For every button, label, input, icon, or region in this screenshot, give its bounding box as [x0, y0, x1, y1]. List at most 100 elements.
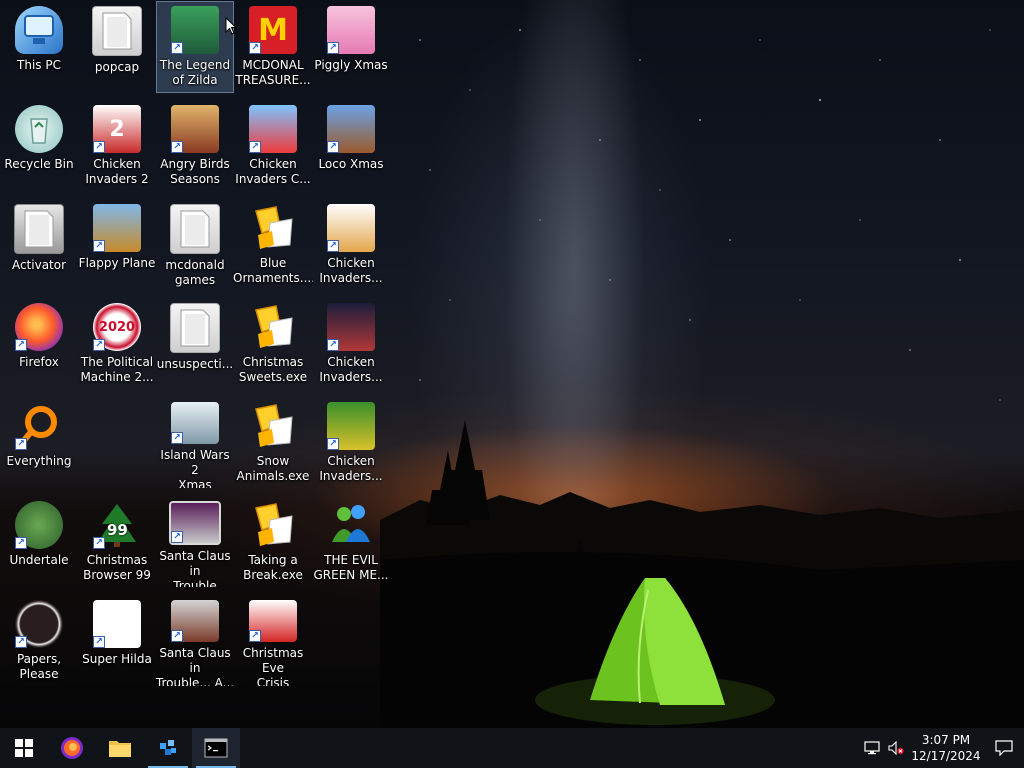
desktop-icon-chicken-invaders-c[interactable]: ↗ Chicken Invaders C... [235, 101, 311, 191]
icon-glyph: 2020 [98, 319, 136, 335]
magnifier-search-icon: ↗ [15, 402, 63, 450]
desktop-icon-label: Recycle Bin [4, 157, 74, 171]
desktop-icon-label: Piggly Xmas [314, 58, 388, 72]
desktop-icon-island-wars-2[interactable]: ↗ Island Wars 2 Xmas [157, 398, 233, 488]
desktop-icon-label: Super Hilda [82, 652, 152, 666]
desktop-icon-this-pc[interactable]: This PC [1, 2, 77, 92]
desktop-icon-recycle-bin[interactable]: Recycle Bin [1, 101, 77, 191]
desktop-icon-label: Christmas Sweets.exe [238, 355, 308, 384]
desktop-icon-mcdonald-games[interactable]: mcdonald games [157, 200, 233, 290]
desktop-icon-label: Santa Claus in Trouble... A... [155, 646, 235, 686]
desktop-icon-the-evil-green-me[interactable]: THE EVIL GREEN ME... [313, 497, 389, 587]
desktop-icon-label: mcdonald games [165, 258, 225, 287]
teddy-bear-icon: ↗ [327, 105, 375, 153]
folder-icon [109, 741, 131, 757]
desktop-icon-label: Blue Ornaments.... [233, 256, 313, 285]
desktop-icon-label: Santa Claus in Trouble [159, 549, 231, 587]
shortcut-arrow-icon: ↗ [171, 531, 183, 544]
taskbar-blue-app-button[interactable] [144, 728, 192, 768]
shortcut-arrow-icon: ↗ [93, 537, 105, 549]
desktop-icon-blue-ornaments[interactable]: Blue Ornaments.... [233, 200, 313, 290]
desktop-icon-political-machine[interactable]: 2020 ↗ The Political Machine 2... [79, 299, 155, 389]
desktop-icon-legend-of-zilda[interactable]: ↗ The Legend of Zilda [156, 1, 234, 93]
desktop-icon-label: Chicken Invaders C... [235, 157, 311, 186]
taskbar-clock[interactable]: 3:07 PM 12/17/2024 [908, 728, 984, 768]
desktop-icon-undertale[interactable]: ↗ Undertale [1, 497, 77, 587]
papers-please-icon: ↗ [15, 600, 63, 648]
windows-logo-icon [15, 739, 33, 757]
desktop-icon-label: Activator [11, 258, 67, 272]
executable-icon [249, 402, 297, 450]
desktop-icon-activator[interactable]: Activator [1, 200, 77, 290]
desktop-icon-santa-claus-in-trouble[interactable]: ↗ Santa Claus in Trouble [157, 497, 233, 587]
desktop-icon-super-hilda[interactable]: ↗ Super Hilda [79, 596, 155, 686]
shortcut-arrow-icon: ↗ [93, 636, 105, 648]
network-tray-button[interactable] [860, 728, 884, 768]
desktop-icon-label: unsuspecti... [156, 357, 234, 371]
desktop-icon-chicken-invaders-2[interactable]: 2 ↗ Chicken Invaders 2 [79, 101, 155, 191]
folder-icon [170, 303, 220, 353]
desktop-icon-christmas-sweets[interactable]: Christmas Sweets.exe [235, 299, 311, 389]
desktop-icon-taking-a-break[interactable]: Taking a Break.exe [235, 497, 311, 587]
desktop-icon-chicken-invaders-4[interactable]: ↗ Chicken Invaders... [313, 299, 389, 389]
desktop-icon-label: Firefox [19, 355, 59, 369]
clock-date: 12/17/2024 [911, 749, 981, 763]
desktop-icon-label: Christmas Eve Crisis [242, 646, 304, 686]
folder-icon [14, 204, 64, 254]
desktop-icon-label: Everything [6, 454, 72, 468]
network-icon [864, 741, 880, 755]
start-button[interactable] [0, 728, 48, 768]
action-center-button[interactable] [984, 728, 1024, 768]
desktop-icon-label: Loco Xmas [318, 157, 384, 171]
desktop-icon-angry-birds-seasons[interactable]: ↗ Angry Birds Seasons [157, 101, 233, 191]
shortcut-arrow-icon: ↗ [93, 339, 105, 351]
chicken-invaders-icon: ↗ [327, 303, 375, 351]
command-prompt-icon [204, 738, 228, 758]
desktop-icon-chicken-invaders-5[interactable]: ↗ Chicken Invaders... [313, 398, 389, 488]
desktop-icon-papers-please[interactable]: ↗ Papers, Please [1, 596, 77, 686]
desktop-icon-christmas-browser-99[interactable]: 99 ↗ Christmas Browser 99 [79, 497, 155, 587]
desktop-icon-label: The Legend of Zilda [159, 58, 231, 87]
mouse-cursor-icon [225, 17, 237, 35]
taskbar-firefox-button[interactable] [48, 728, 96, 768]
taskbar: 3:07 PM 12/17/2024 [0, 728, 1024, 768]
blue-app-icon [160, 740, 176, 755]
desktop-icon-popcap[interactable]: popcap [79, 2, 155, 92]
mcdonalds-icon: M ↗ [249, 6, 297, 54]
volume-tray-button[interactable] [884, 728, 908, 768]
desktop-icon-loco-xmas[interactable]: ↗ Loco Xmas [313, 101, 389, 191]
notification-icon [995, 740, 1013, 756]
taskbar-file-explorer-button[interactable] [96, 728, 144, 768]
desktop[interactable]: This PC popcap ↗ The Legend of Zilda M ↗ MCDON… [0, 0, 1024, 728]
island-game-icon: ↗ [171, 402, 219, 445]
desktop-icon-santa-claus-in-trouble-a[interactable]: ↗ Santa Claus in Trouble... A... [155, 596, 235, 686]
shortcut-arrow-icon: ↗ [171, 141, 183, 153]
desktop-icon-everything[interactable]: ↗ Everything [1, 398, 77, 488]
desktop-icon-label: Chicken Invaders... [319, 454, 383, 483]
desktop-icon-label: Taking a Break.exe [243, 553, 303, 582]
desktop-icon-label: This PC [17, 58, 61, 72]
desktop-icon-christmas-eve-crisis[interactable]: ↗ Christmas Eve Crisis [235, 596, 311, 686]
shortcut-arrow-icon: ↗ [171, 630, 183, 643]
shortcut-arrow-icon: ↗ [327, 339, 339, 351]
snowman-game-icon: ↗ [249, 105, 297, 153]
desktop-icon-label: Island Wars 2 Xmas [160, 448, 230, 488]
shortcut-arrow-icon: ↗ [249, 42, 261, 54]
desktop-icon-mcdonal-treasure[interactable]: M ↗ MCDONAL TREASURE... [235, 2, 311, 92]
desktop-icon-unsuspecti[interactable]: unsuspecti... [157, 299, 233, 389]
taskbar-command-prompt-button[interactable] [192, 728, 240, 768]
icon-glyph: 2 [109, 116, 125, 142]
desktop-icon-label: popcap [94, 60, 140, 74]
firefox-icon [61, 737, 83, 759]
firefox-icon: ↗ [15, 303, 63, 351]
desktop-icon-label: Christmas Browser 99 [83, 553, 151, 582]
recycle-bin-icon [15, 105, 63, 153]
shortcut-arrow-icon: ↗ [327, 240, 339, 252]
desktop-icon-chicken-invaders-3[interactable]: ↗ Chicken Invaders... [313, 200, 389, 290]
executable-icon [249, 204, 297, 252]
desktop-icon-label: Papers, Please [16, 652, 62, 681]
desktop-icon-piggly-xmas[interactable]: ↗ Piggly Xmas [313, 2, 389, 92]
desktop-icon-snow-animals[interactable]: Snow Animals.exe [235, 398, 311, 488]
desktop-icon-firefox[interactable]: ↗ Firefox [1, 299, 77, 389]
desktop-icon-flappy-plane[interactable]: ↗ Flappy Plane [79, 200, 155, 290]
